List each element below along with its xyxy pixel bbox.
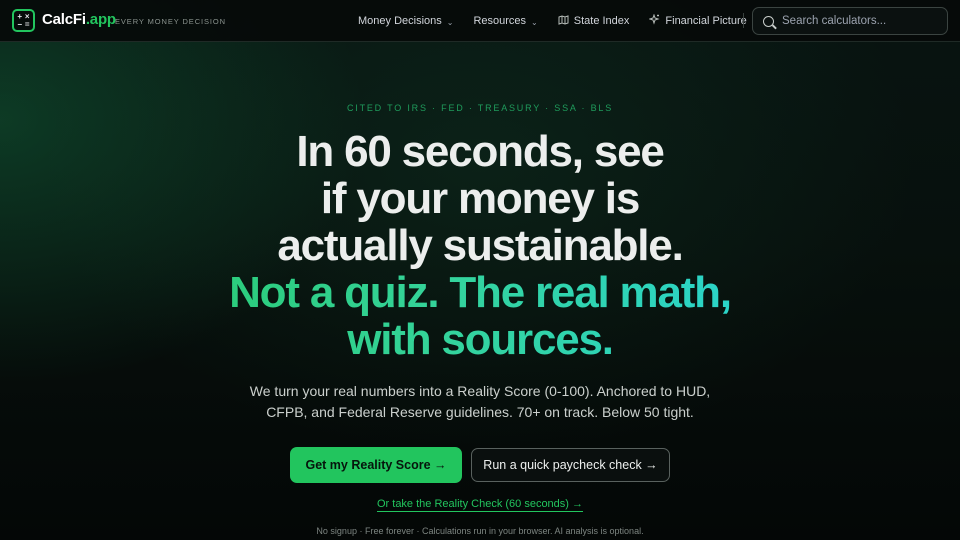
- chevron-down-icon: ⌄: [531, 17, 538, 27]
- chevron-down-icon: ⌄: [446, 17, 454, 27]
- hero-subtitle-line-1: We turn your real numbers into a Reality…: [249, 383, 711, 399]
- brand-tld: .app: [85, 11, 116, 28]
- map-icon: [558, 14, 569, 28]
- nav-financial-picture-label: Financial Picture: [665, 15, 747, 27]
- top-nav: + × − = CalcFi.app EVERY MONEY DECISION Mon…: [0, 0, 960, 42]
- nav-resources-label: Resources: [473, 15, 527, 27]
- reality-check-link[interactable]: Or take the Reality Check (60 seconds) →: [376, 498, 584, 512]
- headline-line-3: actually sustainable.: [277, 221, 683, 270]
- hero-subtitle: We turn your real numbers into a Reality…: [0, 381, 960, 423]
- reality-check-link-row: Or take the Reality Check (60 seconds) →: [0, 498, 960, 512]
- brand-name[interactable]: CalcFi.app: [42, 11, 116, 28]
- sparkle-icon: [648, 13, 660, 28]
- calculator-logo-icon[interactable]: + × − =: [12, 9, 35, 32]
- get-reality-score-button[interactable]: Get my Reality Score →: [290, 447, 462, 483]
- search-input[interactable]: [782, 15, 942, 27]
- nav-state-index-label: State Index: [573, 15, 630, 27]
- hero-subtitle-line-2: CFPB, and Federal Reserve guidelines. 70…: [266, 404, 694, 420]
- search-box[interactable]: [752, 7, 948, 35]
- sources-eyebrow: CITED TO IRS · FED · TREASURY · SSA · BL…: [346, 103, 613, 113]
- search-icon: [763, 15, 774, 27]
- nav-money-decisions-label: Money Decisions: [358, 15, 442, 27]
- brand-tagline: EVERY MONEY DECISION: [115, 17, 226, 26]
- hero-headline: In 60 seconds, see if your money is actu…: [0, 128, 960, 363]
- nav-financial-picture[interactable]: Financial Picture: [648, 13, 747, 28]
- headline-accent-line-1: Not a quiz. The real math,: [0, 269, 960, 316]
- paycheck-check-button[interactable]: Run a quick paycheck check →: [471, 448, 670, 482]
- nav-money-decisions[interactable]: Money Decisions ⌄: [358, 15, 453, 27]
- headline-accent-line-2: with sources.: [0, 316, 960, 363]
- nav-state-index[interactable]: State Index: [558, 14, 630, 28]
- headline-line-2: if your money is: [320, 174, 640, 223]
- hero-footnote: No signup · Free forever · Calculations …: [316, 526, 644, 536]
- headline-line-1: In 60 seconds, see: [296, 127, 664, 176]
- nav-links: Money Decisions ⌄ Resources ⌄ State Inde…: [358, 0, 767, 42]
- nav-resources[interactable]: Resources ⌄: [473, 15, 537, 27]
- nav-divider: [743, 13, 744, 28]
